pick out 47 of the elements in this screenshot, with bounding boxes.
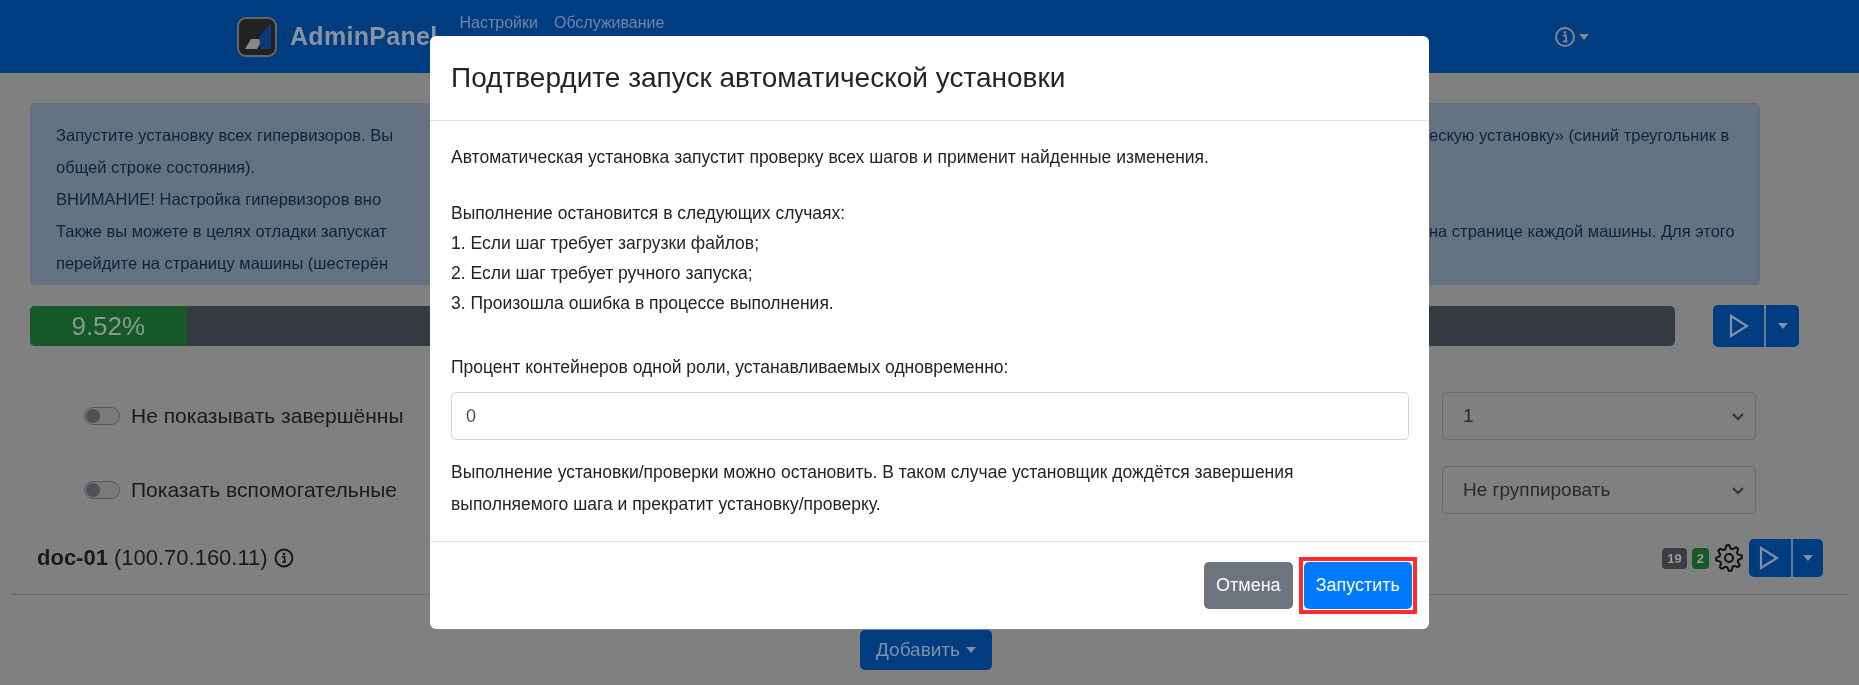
modal-text: 3. Произошла ошибка в процессе выполнения. [451, 292, 835, 315]
toggle-switch[interactable] [84, 407, 120, 425]
toggle-label: Не показывать завершённы [131, 404, 404, 428]
modal-text: Автоматическая установка запустит проверку всех шагов и применит найденные изменения. [451, 146, 1210, 169]
modal-title: Подтвердите запуск автоматической установки [451, 62, 1067, 94]
modal-text: Выполнение остановится в следующих случаях: [451, 202, 847, 225]
modal-text: 2. Если шаг требует ручного запуска; [451, 262, 754, 285]
play-split-button[interactable] [1749, 539, 1823, 577]
cancel-button[interactable]: Отмена [1204, 562, 1293, 609]
toggle-switch[interactable] [84, 481, 120, 499]
count-badge: 2 [1691, 547, 1709, 569]
alert-text: Запустите установку всех гипервизоров. Вы [56, 125, 395, 145]
chevron-icon [1731, 485, 1745, 495]
start-button[interactable]: Запустить [1303, 562, 1412, 609]
toggle-label: Показать вспомогательные [131, 478, 398, 502]
field-label: Процент контейнеров одной роли, устанавливаемых одновременно: [451, 356, 1010, 379]
play-icon [1759, 546, 1779, 570]
nav-link[interactable]: Обслуживание [553, 14, 665, 32]
add-button[interactable]: Добавить [860, 630, 992, 670]
dropdown-select[interactable]: Не группировать [1442, 466, 1756, 514]
alert-text: ескую установку» (синий треугольник в [1429, 125, 1731, 145]
caret-icon [966, 647, 976, 653]
modal-text: Выполнение установки/проверки можно остановить. В таком случае установщик дождётся завершения выполняемого шага и прекратит установку/проверку. [451, 461, 1295, 516]
alert-text: общей строке состояния). [56, 157, 256, 177]
caret-icon [1803, 555, 1813, 561]
settings-icon[interactable] [1714, 543, 1744, 573]
nav-link[interactable]: Настройки [459, 14, 538, 32]
input-field[interactable]: 0 [451, 392, 1409, 440]
modal-text: 1. Если шаг требует загрузки файлов; [451, 232, 760, 255]
dropdown-select[interactable]: 1 [1442, 392, 1756, 440]
caret-icon [1579, 33, 1589, 40]
play-split-button[interactable] [1713, 305, 1799, 347]
count-badge: 19 [1662, 547, 1687, 569]
alert-text: Также вы можете в целях отладки запускат [56, 221, 388, 241]
progress-label: 9.52% [71, 310, 146, 342]
chevron-icon [1731, 411, 1745, 421]
caret-icon [1778, 323, 1788, 329]
machine-name: doc-01 [37, 545, 108, 571]
alert-text: на странице каждой машины. Для этого [1429, 221, 1736, 241]
alert-text: перейдите на страницу машины (шестерён [56, 253, 389, 273]
machine-address: (100.70.160.11) [113, 545, 268, 571]
alert-text: ВНИМАНИЕ! Настройка гипервизоров вно [56, 189, 383, 209]
info-icon [1554, 25, 1576, 48]
info-icon [273, 548, 294, 568]
play-icon [1729, 314, 1749, 338]
logo-icon [237, 16, 277, 57]
info-menu[interactable] [1554, 25, 1589, 48]
